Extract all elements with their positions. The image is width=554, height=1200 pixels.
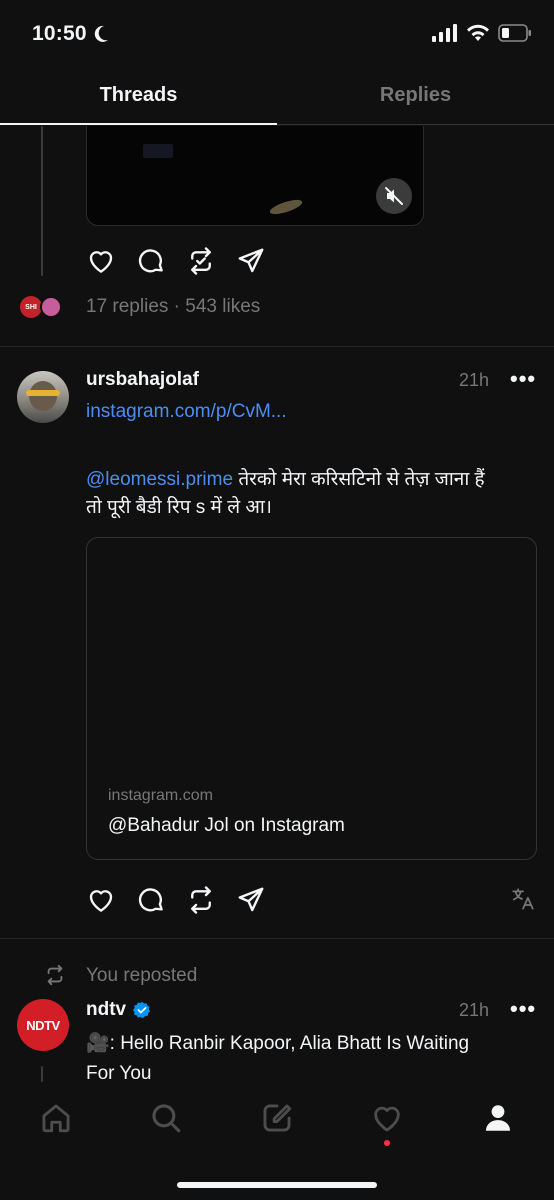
post-actions [86,885,266,915]
post-text-line2: For You [86,1063,152,1084]
post-text-line1: 🎥: Hello Ranbir Kapoor, Alia Bhatt Is Wa… [86,1033,470,1054]
mention-link[interactable]: @leomessi.prime [86,469,233,490]
post-text-line1: तेरको मेरा करिसटिनो से तेज़ जाना हैं [233,469,485,490]
avatar-face [29,381,57,411]
avatar-glasses [26,390,60,396]
post-divider [0,346,554,347]
battery-icon [498,24,531,42]
profile-icon [485,1105,511,1131]
search-icon [152,1104,181,1133]
nav-home[interactable] [36,1098,76,1138]
home-icon [42,1104,70,1133]
mute-button[interactable] [376,178,412,214]
comment-icon[interactable] [136,246,166,276]
post-stats[interactable]: 17 replies · 543 likes [86,296,260,318]
repost-label: You reposted [86,965,198,986]
status-icons [432,24,532,42]
signal-icon [432,24,457,42]
post-link[interactable]: instagram.com/p/CvM... [86,401,287,423]
post-username[interactable]: ndtv [86,999,126,1021]
tab-threads[interactable]: Threads [0,84,277,107]
notification-dot [384,1140,390,1146]
thread-line [41,126,43,276]
status-time: 10:50 [32,22,109,46]
share-icon[interactable] [236,885,266,915]
home-indicator [177,1182,377,1188]
translate-icon[interactable] [510,886,536,912]
post-text: @leomessi.prime तेरको मेरा करिसटिनो से त… [86,466,546,522]
post-username[interactable]: ursbahajolaf [86,369,199,391]
thread-line [41,1066,43,1082]
compose-icon [263,1104,292,1132]
nav-compose[interactable] [257,1098,297,1138]
tab-divider [277,124,554,125]
moon-icon [94,25,108,42]
video-frame-detail [143,144,173,158]
post-time: 21h [459,1000,490,1020]
heart-icon[interactable] [86,246,116,276]
replier-avatar [40,296,62,318]
share-icon[interactable] [236,246,266,276]
active-tab-indicator [0,123,277,125]
link-card-domain: instagram.com [108,787,213,804]
tab-replies[interactable]: Replies [277,84,554,107]
repost-icon[interactable] [186,246,216,276]
replier-avatars: SHI [20,294,64,320]
more-options-button[interactable]: ••• [510,996,536,1022]
more-options-button[interactable]: ••• [510,366,536,392]
repost-author[interactable]: ndtv [86,999,151,1021]
avatar[interactable]: NDTV [17,999,69,1051]
post-text: 🎥: Hello Ranbir Kapoor, Alia Bhatt Is Wa… [86,1029,546,1089]
wifi-icon [467,24,489,41]
activity-icon [374,1106,400,1132]
replier-avatar: SHI [20,296,42,318]
nav-search[interactable] [146,1098,186,1138]
avatar[interactable] [17,371,69,423]
heart-icon[interactable] [86,885,116,915]
post-actions [86,246,266,276]
link-card-title: @Bahadur Jol on Instagram [108,815,345,836]
video-player[interactable] [86,126,424,226]
repost-icon[interactable] [186,885,216,915]
nav-profile[interactable] [478,1098,518,1138]
post-divider [0,938,554,939]
repost-icon [47,964,63,986]
verified-icon [133,1001,151,1019]
post-time: 21h [459,370,490,390]
nav-activity[interactable] [367,1098,407,1138]
video-frame-highlight [268,196,304,218]
mute-icon [385,187,403,205]
post-text-line2: तो पूरी बैडी रिप s में ले आ। [86,497,272,518]
link-preview-card[interactable] [86,537,537,860]
comment-icon[interactable] [136,885,166,915]
